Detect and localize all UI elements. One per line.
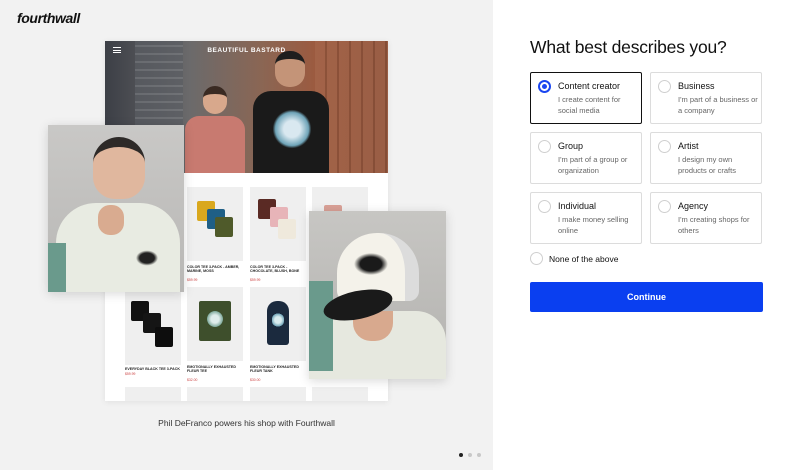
carousel-dot-2[interactable] xyxy=(468,453,472,457)
option-agency[interactable]: Agency I'm creating shops for others xyxy=(650,192,762,244)
radio-individual[interactable] xyxy=(538,200,551,213)
radio-content-creator[interactable] xyxy=(538,80,551,93)
radio-group[interactable] xyxy=(538,140,551,153)
store-title: BEAUTIFUL BASTARD xyxy=(207,47,286,54)
option-business[interactable]: Business I'm part of a business or a com… xyxy=(650,72,762,124)
carousel-dot-3[interactable] xyxy=(477,453,481,457)
radio-none-of-the-above[interactable] xyxy=(530,252,543,265)
radio-artist[interactable] xyxy=(658,140,671,153)
carousel-dot-1[interactable] xyxy=(459,453,463,457)
signup-form-panel: What best describes you? Content creator… xyxy=(493,0,800,470)
carousel-dots xyxy=(459,453,481,457)
fourthwall-logo[interactable]: fourthwall xyxy=(17,10,80,26)
showcase-caption: Phil DeFranco powers his shop with Fourt… xyxy=(158,418,335,428)
option-individual[interactable]: Individual I make money selling online xyxy=(530,192,642,244)
creator-photo-cap xyxy=(309,211,446,379)
option-content-creator[interactable]: Content creator I create content for soc… xyxy=(530,72,642,124)
showcase-panel: fourthwall BEAUTIFUL BASTARD COLOR TEE 3… xyxy=(0,0,493,470)
radio-business[interactable] xyxy=(658,80,671,93)
option-group[interactable]: Group I'm part of a group or organizatio… xyxy=(530,132,642,184)
form-heading: What best describes you? xyxy=(530,37,727,57)
option-artist[interactable]: Artist I design my own products or craft… xyxy=(650,132,762,184)
creator-photo-tshirt xyxy=(48,125,184,292)
option-none-of-the-above[interactable]: None of the above xyxy=(530,251,660,267)
radio-agency[interactable] xyxy=(658,200,671,213)
continue-button[interactable]: Continue xyxy=(530,282,763,312)
